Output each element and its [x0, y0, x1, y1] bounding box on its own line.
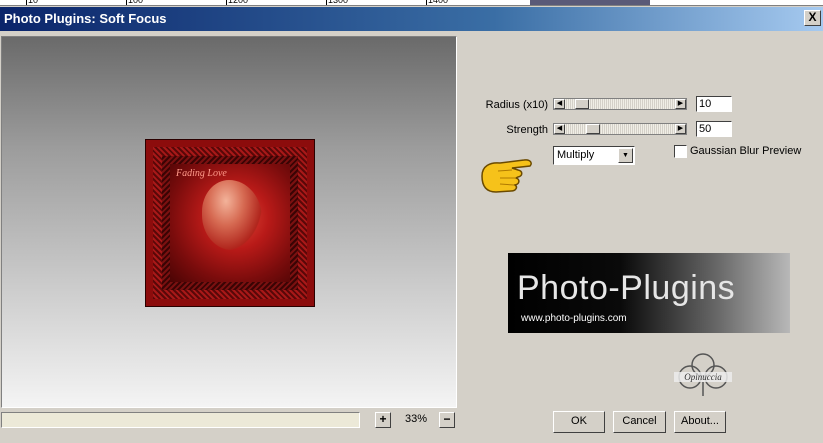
top-ruler: 10 100 1200 1300 1400	[0, 0, 823, 6]
close-button[interactable]: X	[804, 10, 821, 26]
title-bar[interactable]: Photo Plugins: Soft Focus X	[0, 7, 823, 31]
preview-image: Fading Love	[145, 139, 315, 307]
about-button[interactable]: About...	[674, 411, 726, 433]
gaussian-blur-checkbox[interactable]	[674, 145, 687, 158]
logo-title: Photo-Plugins	[517, 269, 736, 307]
ruler-tick: 1300	[328, 0, 349, 5]
zoom-in-button[interactable]: +	[375, 412, 391, 428]
pointing-hand-icon	[481, 159, 532, 193]
ruler-tick: 100	[128, 0, 144, 5]
gaussian-blur-label[interactable]: Gaussian Blur Preview	[690, 145, 801, 157]
ok-button[interactable]: OK	[553, 411, 605, 433]
slider-right-arrow-icon[interactable]: ▶	[675, 124, 686, 134]
radius-slider[interactable]: ◀ ▶	[553, 98, 687, 110]
strength-slider[interactable]: ◀ ▶	[553, 123, 687, 135]
image-caption: Fading Love	[176, 168, 227, 179]
radius-label: Radius (x10)	[485, 99, 548, 111]
strength-label: Strength	[506, 124, 548, 136]
ruler-tick: 1400	[428, 0, 449, 5]
chevron-down-icon[interactable]: ▼	[618, 148, 633, 163]
preview-scrollbar[interactable]	[1, 412, 360, 428]
logo-url: www.photo-plugins.com	[521, 313, 627, 324]
strength-slider-thumb[interactable]	[586, 124, 600, 134]
blend-mode-select[interactable]: Multiply ▼	[553, 146, 635, 165]
preview-pane[interactable]: Fading Love	[1, 36, 457, 408]
slider-left-arrow-icon[interactable]: ◀	[554, 99, 565, 109]
clover-signature-icon: Opinuccia	[674, 353, 732, 396]
zoom-out-button[interactable]: −	[439, 412, 455, 428]
ruler-tick: 1200	[228, 0, 249, 5]
photo-plugins-logo: Photo-Plugins www.photo-plugins.com	[508, 253, 790, 333]
signature-text: Opinuccia	[684, 372, 722, 382]
blend-mode-value: Multiply	[557, 149, 595, 161]
cancel-button[interactable]: Cancel	[613, 411, 666, 433]
ruler-dark-area	[530, 0, 650, 5]
radius-slider-thumb[interactable]	[575, 99, 589, 109]
strength-input[interactable]: 50	[696, 121, 732, 137]
slider-right-arrow-icon[interactable]: ▶	[675, 99, 686, 109]
slider-left-arrow-icon[interactable]: ◀	[554, 124, 565, 134]
radius-input[interactable]: 10	[696, 96, 732, 112]
ruler-tick: 10	[28, 0, 39, 5]
zoom-level: 33%	[405, 413, 428, 425]
window-title: Photo Plugins: Soft Focus	[4, 11, 167, 26]
